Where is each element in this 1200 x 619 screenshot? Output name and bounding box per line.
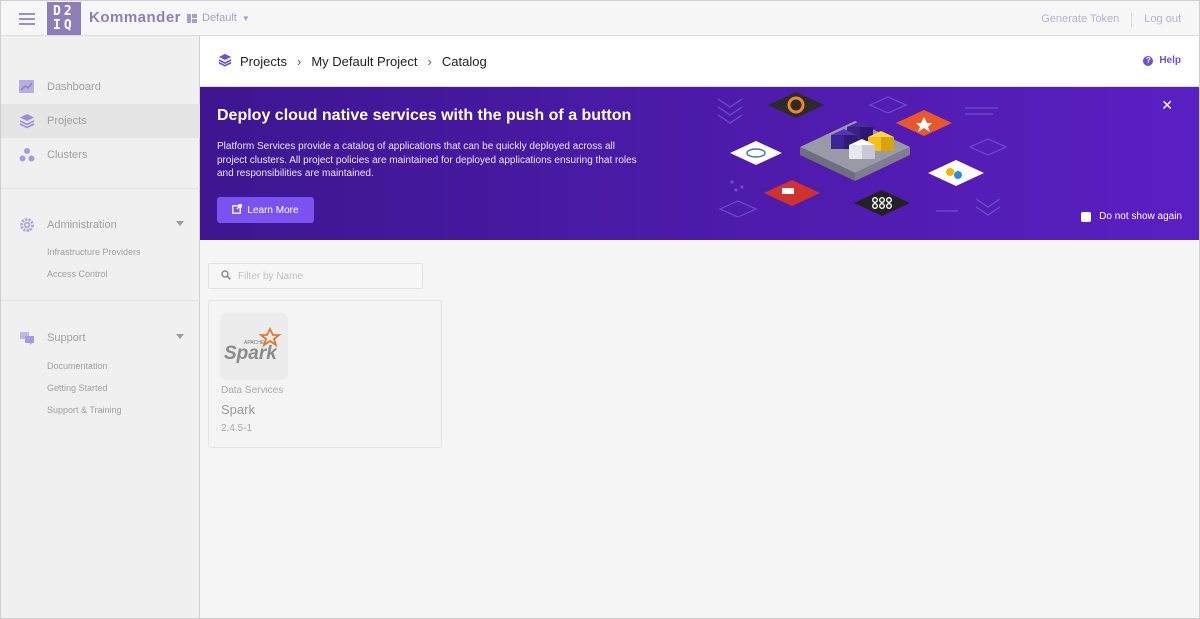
chevron-down-icon	[176, 221, 184, 226]
sidebar-section-administration[interactable]: Administration	[1, 214, 200, 236]
workspace-selector[interactable]: Default ▼	[187, 12, 250, 24]
external-link-icon	[232, 203, 243, 217]
sidebar-divider	[1, 300, 200, 301]
sidebar-item-label: Projects	[47, 115, 87, 127]
layers-icon	[218, 53, 232, 70]
help-icon: ?	[1143, 55, 1154, 66]
checkbox-icon[interactable]	[1081, 211, 1092, 222]
layers-icon	[19, 113, 35, 129]
banner-body: Platform Services provide a catalog of a…	[217, 141, 637, 179]
learn-more-label: Learn More	[247, 204, 299, 216]
workspace-icon	[187, 13, 197, 23]
help-label: Help	[1159, 55, 1181, 66]
breadcrumb-catalog: Catalog	[441, 54, 487, 69]
filter-input[interactable]	[238, 270, 408, 282]
chevron-right-icon: ›	[296, 54, 302, 69]
hamburger-menu-icon[interactable]	[19, 10, 35, 26]
sidebar-item-access-control[interactable]: Access Control	[47, 269, 108, 279]
filter-field	[208, 263, 423, 289]
chevron-down-icon	[176, 334, 184, 339]
spark-logo-name: Spark	[224, 343, 278, 364]
dashboard-icon	[19, 79, 35, 95]
sidebar-section-support[interactable]: Support	[1, 327, 200, 349]
generate-token-link[interactable]: Generate Token	[1041, 13, 1119, 27]
card-category: Data Services	[221, 385, 284, 396]
support-icon	[19, 330, 35, 346]
promo-banner: Deploy cloud native services with the pu…	[200, 87, 1199, 240]
sidebar: Dashboard Projects Clusters Administrati…	[0, 36, 200, 619]
top-bar: D2 IQ Kommander Default ▼ Generate Token…	[0, 0, 1200, 36]
card-name: Spark	[221, 402, 255, 417]
d2iq-logo[interactable]: D2 IQ	[47, 2, 81, 35]
services-illustration	[717, 92, 1008, 218]
main-content: Projects › My Default Project › Catalog …	[200, 36, 1200, 619]
sidebar-divider	[1, 188, 200, 189]
sidebar-item-infrastructure-providers[interactable]: Infrastructure Providers	[47, 247, 141, 257]
logout-link[interactable]: Log out	[1144, 13, 1181, 27]
breadcrumb-projects[interactable]: Projects	[240, 54, 287, 69]
catalog-card-spark[interactable]: APACHE Spark Data Services Spark 2.4.5-1	[208, 300, 442, 448]
search-icon	[221, 269, 231, 283]
sidebar-section-label: Administration	[47, 219, 117, 231]
divider	[1131, 13, 1133, 27]
sidebar-item-documentation[interactable]: Documentation	[47, 361, 108, 371]
breadcrumb: Projects › My Default Project › Catalog	[218, 53, 487, 70]
app-title: Kommander	[89, 9, 182, 26]
sidebar-section-label: Support	[47, 332, 86, 344]
sidebar-item-label: Dashboard	[47, 81, 101, 93]
breadcrumb-project[interactable]: My Default Project	[311, 54, 417, 69]
breadcrumb-bar: Projects › My Default Project › Catalog …	[200, 36, 1199, 87]
card-version: 2.4.5-1	[221, 423, 253, 434]
clusters-icon	[19, 147, 35, 163]
dont-show-again-label: Do not show again	[1099, 211, 1182, 222]
banner-title: Deploy cloud native services with the pu…	[217, 107, 632, 124]
logo-line-1: D2	[53, 4, 75, 19]
chevron-right-icon: ›	[427, 54, 432, 69]
logo-line-2: IQ	[53, 18, 75, 33]
spark-logo: APACHE Spark	[220, 313, 288, 380]
sidebar-item-dashboard[interactable]: Dashboard	[1, 70, 200, 104]
top-actions: Generate Token Log out	[1041, 13, 1181, 27]
help-link[interactable]: ? Help	[1143, 55, 1181, 66]
close-icon[interactable]: ✕	[1161, 97, 1173, 114]
sidebar-item-clusters[interactable]: Clusters	[1, 138, 200, 172]
sidebar-item-support-training[interactable]: Support & Training	[47, 405, 122, 415]
sidebar-item-label: Clusters	[47, 149, 88, 161]
sidebar-item-getting-started[interactable]: Getting Started	[47, 383, 108, 393]
learn-more-button[interactable]: Learn More	[217, 197, 314, 223]
workspace-name: Default	[202, 12, 237, 24]
dont-show-again-checkbox[interactable]: Do not show again	[1081, 211, 1182, 222]
gear-icon	[19, 217, 35, 233]
chevron-down-icon: ▼	[241, 13, 250, 23]
sidebar-item-projects[interactable]: Projects	[1, 104, 200, 138]
